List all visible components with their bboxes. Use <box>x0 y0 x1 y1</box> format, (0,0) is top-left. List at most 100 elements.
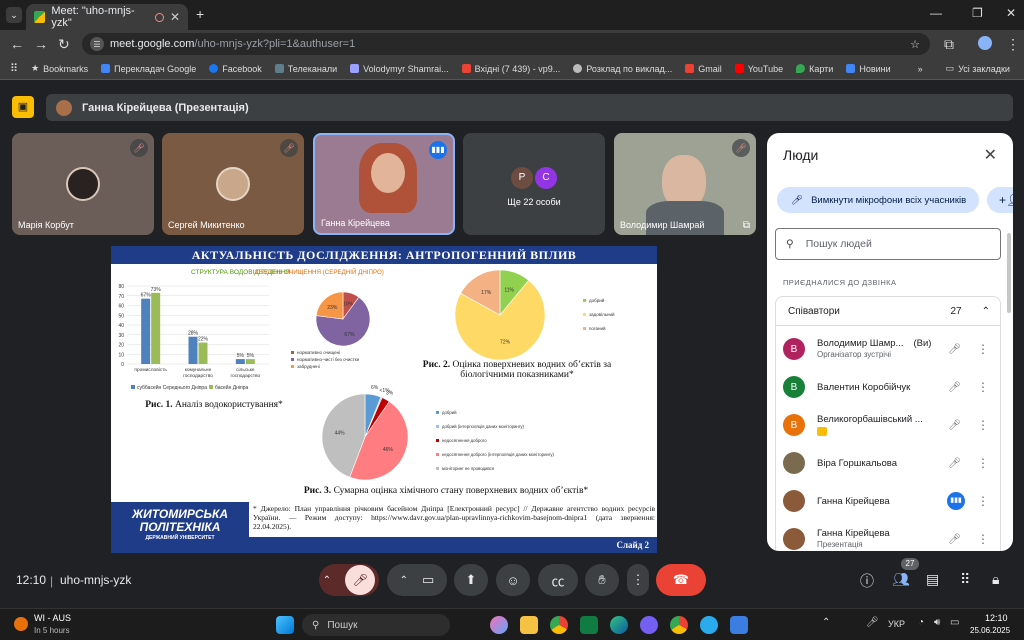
menu-icon[interactable]: ⋮ <box>1006 36 1020 53</box>
forward-icon[interactable]: → <box>34 36 48 52</box>
host-controls-icon[interactable]: 🔒︎ <box>992 571 999 588</box>
site-info-icon[interactable]: ☰ <box>90 37 104 51</box>
participant-row[interactable]: В Великогорбашівський ... 🎤︎ ⋮ <box>783 409 1001 441</box>
reactions-button[interactable]: ☺ <box>496 564 530 596</box>
bookmark-item[interactable]: Volodymyr Shamrai... <box>350 64 449 74</box>
people-icon[interactable]: 👥︎ <box>892 571 910 588</box>
close-panel-icon[interactable]: ✕ <box>984 145 997 165</box>
edge-icon[interactable] <box>610 616 628 634</box>
copilot-icon[interactable] <box>490 616 508 634</box>
search-people-field[interactable]: ⚲ Пошук людей <box>775 228 1001 260</box>
weather-icon[interactable] <box>14 617 28 631</box>
mute-all-button[interactable]: 🎤︎ Вимкнути мікрофони всіх учасників <box>777 187 979 213</box>
mic-off-icon[interactable]: 🎤︎ <box>948 382 961 393</box>
taskbar-search[interactable]: ⚲ Пошук <box>302 614 450 636</box>
battery-icon[interactable]: ▭ <box>950 617 959 628</box>
camera-control[interactable]: ⌃ ▭ <box>387 564 447 596</box>
tray-mic-icon[interactable]: 🎤︎ <box>866 617 879 628</box>
clock-date[interactable]: 25.06.2025 <box>970 626 1010 635</box>
presentation-toggle-icon[interactable]: ▣ <box>12 96 34 118</box>
scrollbar[interactable] <box>1007 233 1011 313</box>
chevron-up-icon[interactable]: ⌃ <box>323 575 331 586</box>
participant-row[interactable]: В Володимир Шамр... (Ви) Організатор зустр… <box>783 333 1001 365</box>
video-tile-active-speaker[interactable]: ▮▮▮ Ганна Кірейцева <box>313 133 455 235</box>
wifi-icon[interactable]: ◔ <box>918 617 924 628</box>
mic-off-icon[interactable]: 🎤︎ <box>345 565 376 595</box>
participant-row[interactable]: Ганна Кірейцева Презентація 🎤︎ ⋮ <box>783 523 1001 551</box>
all-bookmarks[interactable]: ▭ Усі закладки <box>946 63 1010 74</box>
activities-icon[interactable]: ⠿ <box>960 571 970 588</box>
bookmark-item[interactable]: Новини <box>846 64 891 74</box>
bookmark-item[interactable]: ★ Bookmarks <box>31 63 88 74</box>
captions-button[interactable]: ㏄ <box>538 564 578 596</box>
bookmark-item[interactable]: Телеканали <box>274 64 337 74</box>
raise-hand-button[interactable]: ✋︎ <box>585 564 619 596</box>
tab-meet[interactable]: Meet: "uho-mnjs-yzk" ✕ <box>26 4 188 30</box>
tile-name: Сергей Микитенко <box>168 220 245 230</box>
leave-call-button[interactable]: ☎ <box>656 564 706 596</box>
omnibox[interactable]: ☰ meet.google.com/uho-mnjs-yzk?pli=1&aut… <box>82 33 930 55</box>
calendar-icon[interactable] <box>730 616 748 634</box>
back-icon[interactable]: ← <box>10 36 24 52</box>
excel-icon[interactable] <box>580 616 598 634</box>
mic-off-icon[interactable]: 🎤︎ <box>948 420 961 431</box>
chevron-up-icon[interactable]: ⌃ <box>982 306 990 317</box>
bookmark-star-icon[interactable]: ☆ <box>910 38 920 51</box>
tray-chevron-icon[interactable]: ⌃ <box>822 617 830 628</box>
volume-icon[interactable]: 🔊︎ <box>934 617 940 628</box>
bookmark-item[interactable]: YouTube <box>734 64 783 74</box>
chevron-up-icon[interactable]: ⌃ <box>400 575 408 586</box>
bookmark-item[interactable]: Розклад по виклад... <box>573 64 672 74</box>
more-bookmarks-icon[interactable]: » <box>918 64 923 74</box>
more-options-icon[interactable]: ⋮ <box>977 532 989 546</box>
profile-avatar[interactable] <box>978 36 992 50</box>
bookmark-item[interactable]: Gmail <box>685 64 722 74</box>
info-icon[interactable]: ⓘ <box>860 571 874 591</box>
new-tab-button[interactable]: + <box>196 6 204 22</box>
explorer-icon[interactable] <box>520 616 538 634</box>
tab-list-button[interactable]: ⌄ <box>6 7 22 23</box>
more-options-icon[interactable]: ⋮ <box>977 342 989 356</box>
add-people-button[interactable]: +👤︎ <box>987 187 1013 213</box>
bookmark-item[interactable]: Карти <box>796 64 833 74</box>
telegram-icon[interactable] <box>700 616 718 634</box>
mic-off-icon[interactable]: 🎤︎ <box>948 344 961 355</box>
mic-control[interactable]: ⌃ 🎤︎ <box>319 564 379 596</box>
participant-row[interactable]: Ганна Кірейцева ▮▮▮ ⋮ <box>783 485 1001 517</box>
close-window-button[interactable]: ✕ <box>1006 6 1016 20</box>
more-options-icon[interactable]: ⋮ <box>977 380 989 394</box>
maximize-button[interactable]: ❐ <box>972 6 983 20</box>
clock-time[interactable]: 12:10 <box>985 613 1008 623</box>
camera-icon[interactable]: ▭ <box>422 572 434 588</box>
language-indicator[interactable]: УКР <box>888 619 905 629</box>
mic-off-icon[interactable]: 🎤︎ <box>948 534 961 545</box>
bookmark-item[interactable]: Вхідні (7 439) - vp9... <box>461 64 560 74</box>
more-options-icon[interactable]: ⋮ <box>977 418 989 432</box>
more-options-button[interactable]: ⋮ <box>627 564 649 596</box>
video-tile-self[interactable]: 🎤︎ Володимир Шамрай ⧉ <box>614 133 756 235</box>
close-tab-icon[interactable]: ✕ <box>170 10 180 24</box>
extensions-icon[interactable]: ⧉ <box>944 36 954 53</box>
mic-off-icon[interactable]: 🎤︎ <box>948 458 961 469</box>
pip-icon[interactable]: ⧉ <box>743 220 750 231</box>
chrome-profile-icon[interactable] <box>670 616 688 634</box>
reload-icon[interactable]: ↻ <box>58 36 70 53</box>
video-tile[interactable]: 🎤︎ Сергей Микитенко <box>162 133 304 235</box>
video-tile[interactable]: 🎤︎ Марія Корбут <box>12 133 154 235</box>
apps-icon[interactable]: ⠿ <box>10 62 18 75</box>
bookmark-item[interactable]: Перекладач Google <box>101 64 196 74</box>
chat-icon[interactable]: ▤ <box>926 571 939 588</box>
bookmark-item[interactable]: Facebook <box>209 64 262 74</box>
others-tile[interactable]: P C Ще 22 особи <box>463 133 605 235</box>
participant-row[interactable]: В Валентин Коробійчук 🎤︎ ⋮ <box>783 371 1001 403</box>
minimize-button[interactable]: — <box>930 6 942 20</box>
windows-start-icon[interactable] <box>276 616 294 634</box>
participant-row[interactable]: Віра Горшкальова 🎤︎ ⋮ <box>783 447 1001 479</box>
chrome-icon[interactable] <box>550 616 568 634</box>
viber-icon[interactable] <box>640 616 658 634</box>
more-options-icon[interactable]: ⋮ <box>977 494 989 508</box>
more-options-icon[interactable]: ⋮ <box>977 456 989 470</box>
avatar: В <box>783 376 805 398</box>
group-header[interactable]: Співавтори 27 ⌃ <box>775 296 1001 326</box>
present-button[interactable]: ⬆ <box>454 564 488 596</box>
